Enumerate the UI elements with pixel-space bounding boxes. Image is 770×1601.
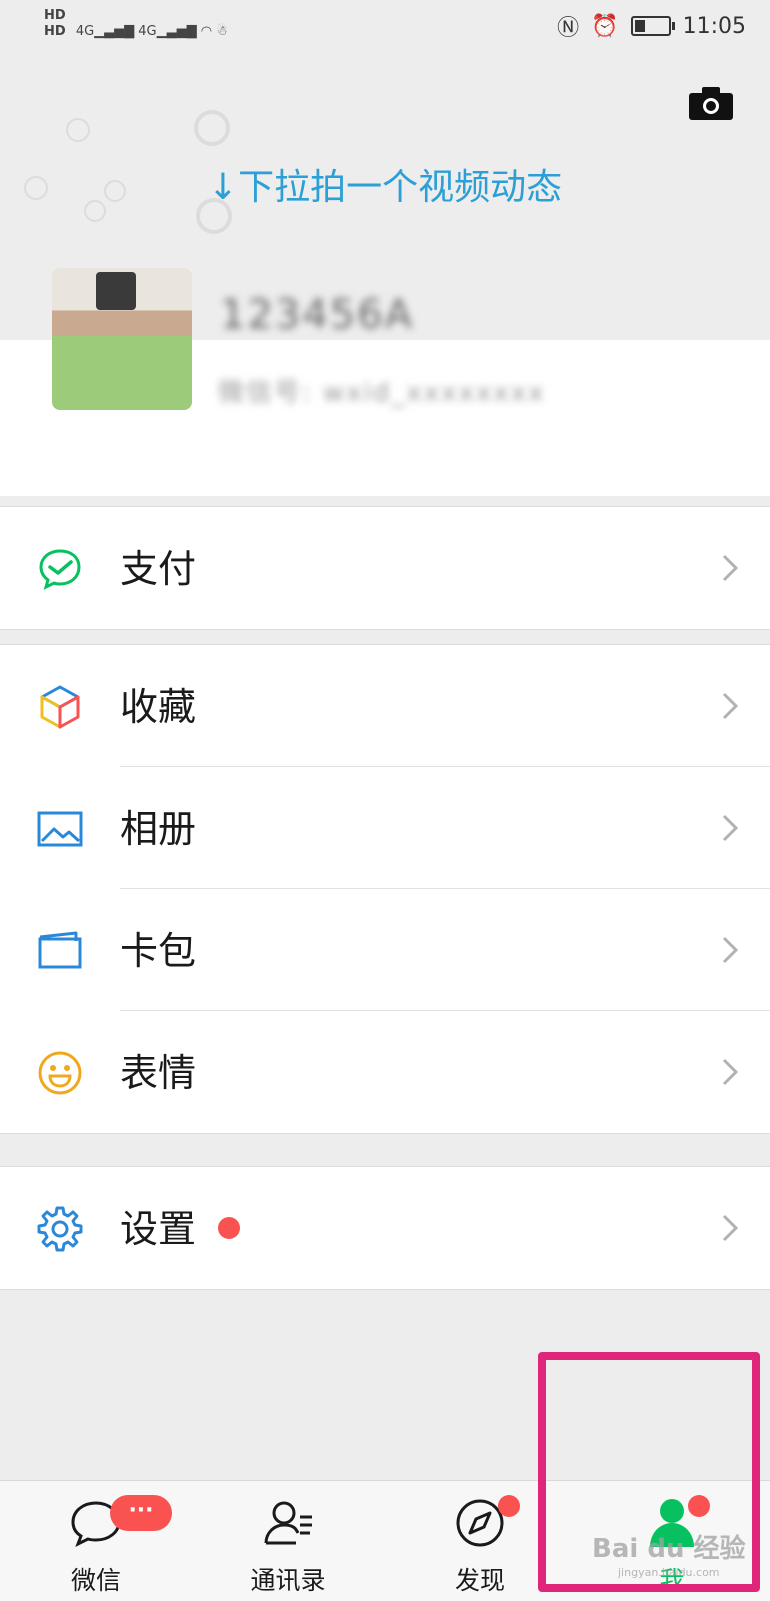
- chevron-right-icon: [722, 814, 739, 842]
- wechat-pay-icon: [39, 549, 81, 590]
- menu-group-main: 收藏 相册 卡包 表情: [0, 644, 770, 1134]
- gear-icon: [37, 1206, 83, 1252]
- avatar[interactable]: [52, 268, 192, 410]
- unread-more-badge: ···: [110, 1495, 172, 1531]
- status-bar: HD HD 4G▁▃▅▇ 4G▁▃▅▇ ◠ ☃ Ⓝ ⏰ 11:05: [0, 0, 770, 56]
- tab-label: 通讯录: [250, 1566, 326, 1595]
- chevron-right-icon: [722, 692, 739, 720]
- menu-label: 收藏: [120, 685, 197, 729]
- menu-group-pay: 支付: [0, 506, 770, 630]
- nfc-icon: Ⓝ: [557, 16, 580, 41]
- chevron-right-icon: [722, 554, 739, 582]
- decorative-bubble: [66, 118, 90, 142]
- menu-item-favorites[interactable]: 收藏: [0, 645, 770, 767]
- watermark-url: jingyan.baidu.com: [618, 1566, 720, 1579]
- menu-item-pay[interactable]: 支付: [0, 507, 770, 629]
- contacts-icon: [264, 1501, 312, 1545]
- menu-label: 相册: [120, 807, 197, 851]
- tab-contacts[interactable]: 通讯录: [192, 1481, 384, 1601]
- battery-icon: [630, 16, 675, 36]
- smiley-icon: [38, 1051, 82, 1095]
- watermark: Bai du 经验: [592, 1534, 746, 1564]
- tab-chats[interactable]: ··· 微信: [0, 1481, 192, 1601]
- clock: 11:05: [682, 13, 746, 39]
- chevron-right-icon: [722, 936, 739, 964]
- decorative-bubble: [194, 110, 230, 146]
- menu-item-album[interactable]: 相册: [0, 767, 770, 889]
- menu-label: 设置: [120, 1207, 197, 1251]
- chevron-right-icon: [722, 1214, 739, 1242]
- camera-icon[interactable]: [689, 86, 733, 120]
- profile-nickname: 123456A: [220, 292, 415, 338]
- profile-wechat-id: 微信号: wxid_xxxxxxxx: [218, 378, 546, 408]
- menu-label: 卡包: [120, 929, 197, 973]
- image-icon: [37, 811, 83, 847]
- cube-icon: [40, 685, 80, 729]
- tab-label: 微信: [70, 1566, 121, 1595]
- settings-red-dot: [218, 1217, 240, 1239]
- menu-label: 支付: [120, 547, 197, 591]
- card-wallet-icon: [38, 931, 82, 969]
- signal-indicators: HD HD 4G▁▃▅▇ 4G▁▃▅▇ ◠ ☃: [44, 8, 228, 39]
- menu-item-settings[interactable]: 设置: [0, 1167, 770, 1289]
- menu-group-settings: 设置: [0, 1166, 770, 1290]
- pull-down-hint[interactable]: ↓下拉拍一个视频动态: [0, 158, 770, 210]
- menu-item-cards[interactable]: 卡包: [0, 889, 770, 1011]
- alarm-icon: ⏰: [591, 13, 619, 39]
- chevron-right-icon: [722, 1058, 739, 1086]
- menu-item-stickers[interactable]: 表情: [0, 1011, 770, 1133]
- menu-label: 表情: [120, 1051, 197, 1095]
- discover-red-dot: [498, 1495, 520, 1517]
